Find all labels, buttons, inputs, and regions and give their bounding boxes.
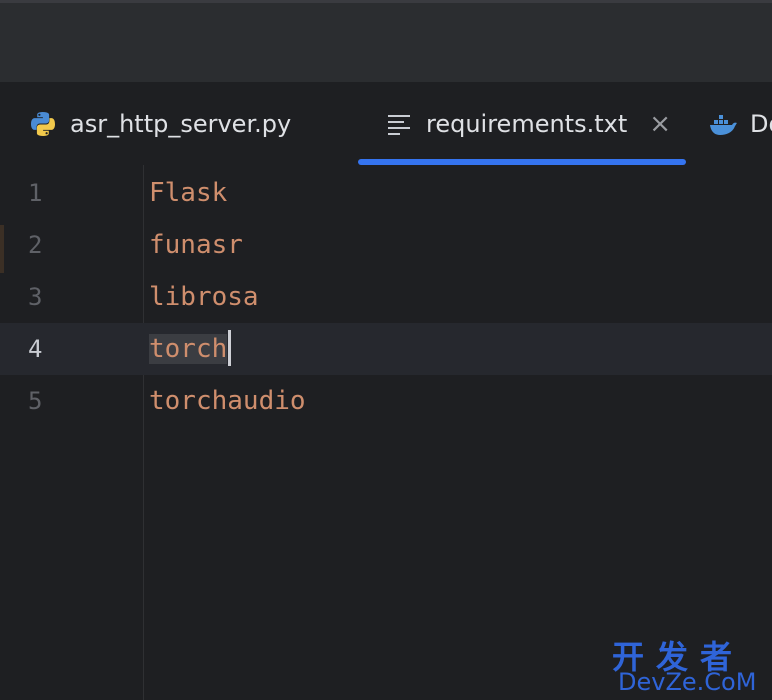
line-text: torchaudio [149,386,306,416]
code-editor[interactable]: 1 Flask 2 funasr 3 librosa 4 torch 5 tor… [0,165,772,700]
editor-tab-bar: asr_http_server.py requirements.txt × Do [0,81,772,166]
tab-asr-http-server[interactable]: asr_http_server.py [28,82,291,166]
line-text: funasr [149,230,243,260]
current-code-line[interactable]: 4 torch [0,323,772,375]
watermark-bottom-text: DevZe.CoM [618,668,757,696]
line-text: librosa [149,282,259,312]
selected-word: torch [149,334,228,364]
tab-label: asr_http_server.py [70,110,292,138]
docker-icon [708,109,738,139]
tab-label: Do [750,110,772,138]
line-text: torch [149,323,232,375]
code-line[interactable]: 1 Flask [0,167,772,219]
code-line[interactable]: 3 librosa [0,271,772,323]
close-icon[interactable]: × [649,111,671,137]
title-bar [0,3,772,81]
python-file-icon [28,109,58,139]
watermark: 开发者 DevZe.CoM [612,632,772,700]
line-number: 5 [28,387,43,415]
text-caret [228,329,232,366]
tab-requirements-txt[interactable]: requirements.txt × [384,82,671,166]
tab-dockerfile[interactable]: Do [708,82,772,166]
code-line[interactable]: 5 torchaudio [0,375,772,427]
text-file-icon [384,109,414,139]
line-number: 1 [28,179,43,207]
tab-label: requirements.txt [426,110,628,138]
code-line[interactable]: 2 funasr [0,219,772,271]
line-number: 3 [28,283,43,311]
line-number: 4 [28,335,43,363]
line-text: Flask [149,178,228,208]
line-number: 2 [28,231,43,259]
